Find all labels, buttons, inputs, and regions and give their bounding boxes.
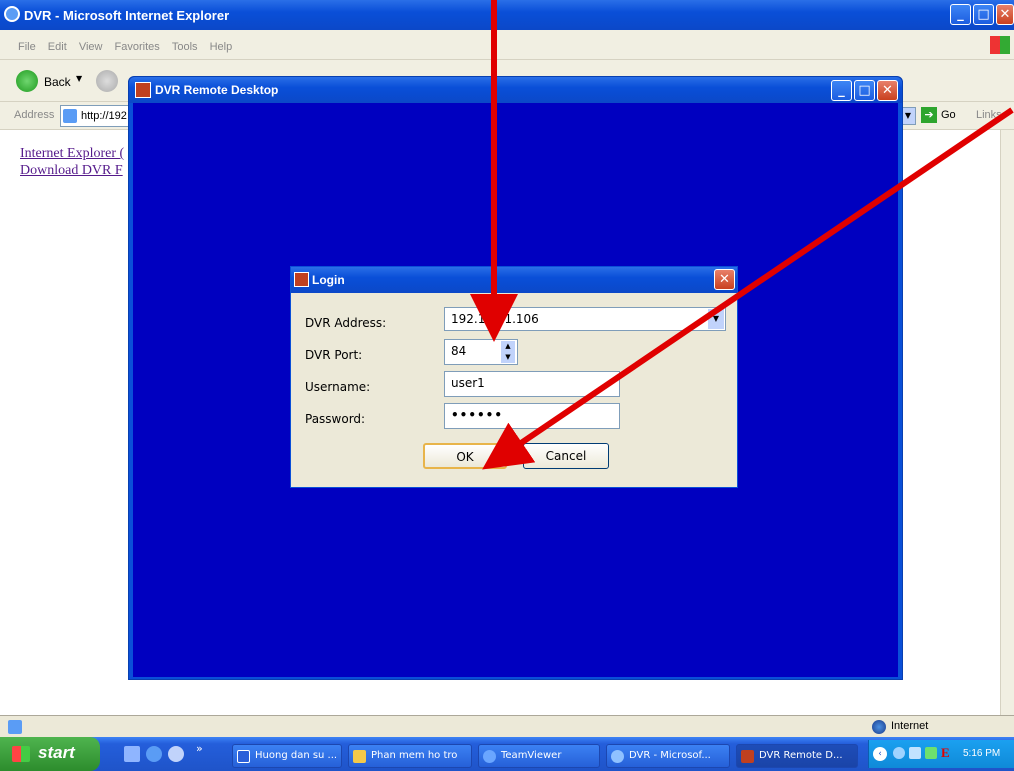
login-title: Login: [312, 273, 345, 287]
taskbar-item-dvr[interactable]: DVR Remote D...: [736, 744, 858, 768]
dvr-port-value: 84: [451, 344, 467, 358]
windows-flag-icon: [12, 746, 30, 762]
quicklaunch-more-icon[interactable]: »: [196, 742, 203, 755]
page-icon: [63, 109, 77, 123]
ok-label: OK: [456, 450, 474, 464]
ie-close-button[interactable]: ✕: [996, 4, 1014, 25]
forward-arrow-icon[interactable]: [96, 70, 118, 92]
taskbar-item-label: DVR - Microsof...: [629, 750, 711, 761]
menu-help[interactable]: Help: [210, 41, 233, 53]
tray-shield-icon[interactable]: [925, 747, 937, 759]
username-field[interactable]: user1: [444, 371, 620, 397]
username-value: user1: [451, 376, 485, 390]
ie-scrollbar[interactable]: [1000, 130, 1014, 715]
ie-icon: [4, 6, 20, 22]
remote-close-button[interactable]: ✕: [877, 80, 898, 101]
ie-window-title: DVR - Microsoft Internet Explorer: [24, 8, 230, 23]
page-link-ie[interactable]: Internet Explorer (: [20, 146, 124, 162]
remote-title-bar: DVR Remote Desktop _ □ ✕: [129, 77, 902, 103]
chevron-down-icon[interactable]: ▼: [708, 309, 724, 329]
start-button[interactable]: start: [0, 737, 100, 771]
back-label[interactable]: Back: [44, 75, 71, 89]
remote-window-title: DVR Remote Desktop: [155, 83, 279, 97]
login-app-icon: [294, 272, 309, 287]
password-label: Password:: [305, 412, 366, 426]
cancel-label: Cancel: [545, 449, 587, 463]
taskbar-item-folder[interactable]: Phan mem ho tro: [348, 744, 472, 768]
taskbar-item-teamviewer[interactable]: TeamViewer: [478, 744, 600, 768]
dvr-icon: [741, 750, 754, 763]
status-page-icon: [8, 720, 22, 734]
dvr-port-label: DVR Port:: [305, 348, 363, 362]
taskbar-item-label: TeamViewer: [501, 750, 562, 761]
quicklaunch-ie2-icon[interactable]: [168, 746, 184, 762]
taskbar-item-word[interactable]: Huong dan su ...: [232, 744, 342, 768]
quicklaunch-icon-1[interactable]: [124, 746, 140, 762]
stepper-up-icon[interactable]: ▲: [501, 341, 515, 352]
address-value: http://192: [81, 110, 127, 122]
windows-logo-icon: [990, 36, 1010, 54]
tray-back-icon[interactable]: ‹: [873, 747, 887, 761]
back-arrow-icon[interactable]: [16, 70, 38, 92]
dvr-address-label: DVR Address:: [305, 316, 387, 330]
dvr-port-stepper[interactable]: 84 ▲ ▼: [444, 339, 518, 365]
system-tray: ‹ E 5:16 PM: [868, 740, 1014, 768]
go-arrow-icon[interactable]: ➔: [921, 107, 937, 123]
status-zone: Internet: [891, 720, 929, 732]
password-value: ••••••: [451, 408, 504, 422]
ie-minimize-button[interactable]: _: [950, 4, 971, 25]
internet-zone-icon: [872, 720, 886, 734]
ie-maximize-button[interactable]: □: [973, 4, 994, 25]
username-label: Username:: [305, 380, 371, 394]
taskbar-item-label: DVR Remote D...: [759, 750, 843, 761]
dvr-app-icon: [135, 82, 151, 98]
clock: 5:16 PM: [963, 748, 1001, 759]
dvr-address-value: 192.168.1.106: [451, 312, 539, 326]
tray-e-icon[interactable]: E: [941, 745, 950, 761]
ok-button[interactable]: OK: [423, 443, 507, 469]
taskbar: start » Huong dan su ... Phan mem ho tro…: [0, 737, 1014, 771]
links-label[interactable]: Links: [976, 109, 1002, 121]
login-title-bar: Login ✕: [291, 267, 737, 293]
taskbar-item-ie[interactable]: DVR - Microsof...: [606, 744, 730, 768]
menu-view[interactable]: View: [79, 41, 103, 53]
stepper-down-icon[interactable]: ▼: [501, 352, 515, 363]
tray-teamviewer-icon[interactable]: [909, 747, 921, 759]
ie-title-bar: DVR - Microsoft Internet Explorer _ □ ✕: [0, 0, 1014, 30]
back-dropdown-icon[interactable]: ▼: [76, 74, 82, 83]
login-dialog: Login ✕ DVR Address: 192.168.1.106 ▼ DVR…: [290, 266, 738, 488]
remote-minimize-button[interactable]: _: [831, 80, 852, 101]
menu-favorites[interactable]: Favorites: [115, 41, 160, 53]
tray-network-icon[interactable]: [893, 747, 905, 759]
address-label: Address: [14, 109, 55, 121]
quicklaunch-ie-icon[interactable]: [146, 746, 162, 762]
menu-edit[interactable]: Edit: [48, 41, 67, 53]
dvr-address-combo[interactable]: 192.168.1.106 ▼: [444, 307, 726, 331]
password-field[interactable]: ••••••: [444, 403, 620, 429]
start-label: start: [38, 743, 75, 762]
page-link-download[interactable]: Download DVR F: [20, 163, 123, 179]
remote-maximize-button[interactable]: □: [854, 80, 875, 101]
login-close-button[interactable]: ✕: [714, 269, 735, 290]
word-icon: [237, 750, 250, 763]
taskbar-item-label: Phan mem ho tro: [371, 750, 458, 761]
ie-icon: [611, 750, 624, 763]
cancel-button[interactable]: Cancel: [523, 443, 609, 469]
menu-tools[interactable]: Tools: [172, 41, 198, 53]
go-label[interactable]: Go: [941, 109, 956, 121]
folder-icon: [353, 750, 366, 763]
taskbar-item-label: Huong dan su ...: [255, 750, 338, 761]
ie-menu-bar: File Edit View Favorites Tools Help: [0, 30, 1014, 60]
menu-file[interactable]: File: [18, 41, 36, 53]
teamviewer-icon: [483, 750, 496, 763]
ie-status-bar: Internet: [0, 715, 1014, 737]
